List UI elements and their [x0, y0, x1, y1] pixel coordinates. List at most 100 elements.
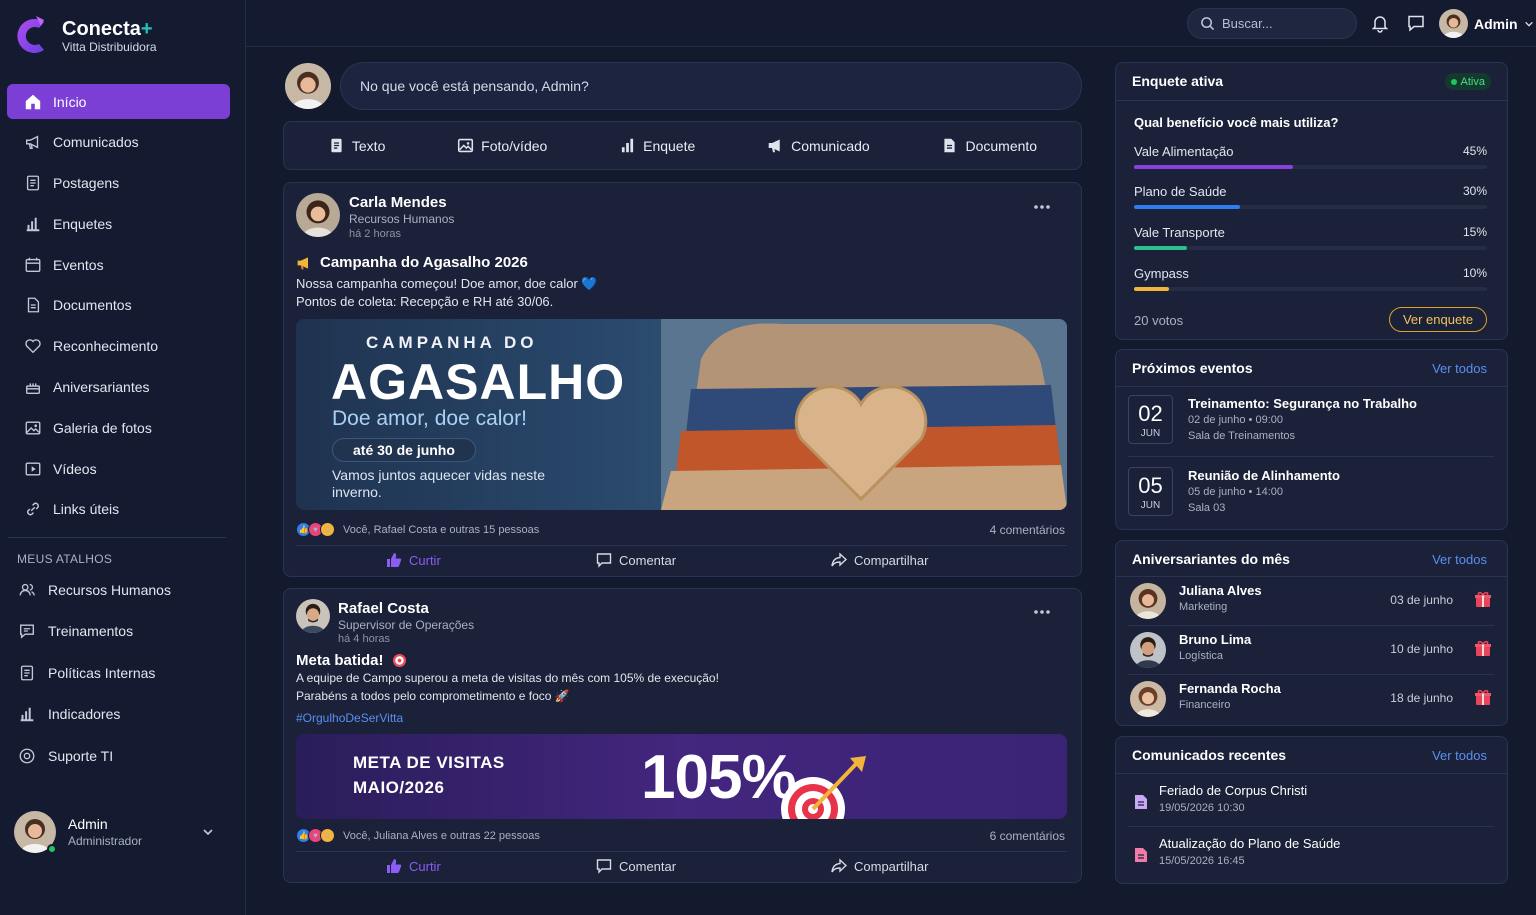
- post-composer-input[interactable]: [360, 78, 1060, 94]
- share-button[interactable]: Compartilhar: [831, 858, 928, 874]
- post-type-text-button[interactable]: Texto: [328, 137, 385, 154]
- birthday-item[interactable]: Fernanda Rocha Financeiro 18 de junho: [1128, 676, 1494, 724]
- bell-icon[interactable]: [1370, 13, 1390, 33]
- poll-option-fill: [1134, 165, 1293, 169]
- poll-question: Qual benefício você mais utiliza?: [1134, 115, 1339, 130]
- gift-icon[interactable]: [1474, 688, 1492, 706]
- nav-item-aniversariantes[interactable]: Aniversariantes: [7, 370, 230, 405]
- birthdays-card: Aniversariantes do mês Ver todos Juliana…: [1115, 540, 1508, 726]
- nav-item-galeria[interactable]: Galeria de fotos: [7, 410, 230, 445]
- post-type-poll-button[interactable]: Enquete: [619, 137, 695, 154]
- more-options-icon[interactable]: [1033, 204, 1051, 210]
- nav-item-inicio[interactable]: Início: [7, 84, 230, 119]
- goal-banner[interactable]: META DE VISITAS MAIO/2026 105%: [296, 734, 1067, 819]
- post-card: Rafael Costa Supervisor de Operações há …: [283, 588, 1082, 883]
- post-author[interactable]: Carla Mendes: [349, 194, 447, 211]
- topbar-user-menu[interactable]: Admin: [1439, 9, 1534, 38]
- nav-item-reconhecimento[interactable]: Reconhecimento: [7, 329, 230, 364]
- gift-icon[interactable]: [1474, 590, 1492, 608]
- post-author[interactable]: Rafael Costa: [338, 600, 429, 617]
- post-type-photo-button[interactable]: Foto/vídeo: [457, 137, 547, 154]
- banner-subtitle: Doe amor, doe calor!: [332, 407, 527, 430]
- poll-option[interactable]: Vale Alimentação 45%: [1134, 144, 1487, 169]
- nav-item-documentos[interactable]: Documentos: [7, 288, 230, 323]
- comment-button[interactable]: Comentar: [596, 552, 676, 568]
- post-type-document-button[interactable]: Documento: [941, 137, 1037, 154]
- event-month: JUN: [1140, 428, 1161, 439]
- event-item[interactable]: 05 JUN Reunião de Alinhamento 05 de junh…: [1128, 467, 1494, 523]
- nav-item-postagens[interactable]: Postagens: [7, 166, 230, 201]
- campaign-banner[interactable]: CAMPANHA DO AGASALHO Doe amor, doe calor…: [296, 319, 1067, 510]
- company-name: Vitta Distribuidora: [62, 40, 157, 54]
- post-type-label: Documento: [965, 137, 1038, 154]
- event-item[interactable]: 02 JUN Treinamento: Segurança no Trabalh…: [1128, 395, 1494, 451]
- shortcuts-list: Recursos Humanos Treinamentos Políticas …: [7, 572, 230, 780]
- post-type-label: Texto: [351, 137, 386, 154]
- shortcut-politicas[interactable]: Políticas Internas: [7, 655, 230, 690]
- shortcut-recursos-humanos[interactable]: Recursos Humanos: [7, 572, 230, 607]
- comment-icon: [596, 859, 612, 874]
- poll-option[interactable]: Vale Transporte 15%: [1134, 225, 1487, 250]
- nav-item-comunicados[interactable]: Comunicados: [7, 125, 230, 160]
- like-button[interactable]: Curtir: [386, 552, 441, 568]
- event-day: 02: [1138, 401, 1163, 426]
- birthday-item[interactable]: Bruno Lima Logística 10 de junho: [1128, 627, 1494, 675]
- divider: [1128, 826, 1494, 827]
- events-view-all-link[interactable]: Ver todos: [1432, 361, 1487, 376]
- event-month: JUN: [1140, 500, 1161, 511]
- brand[interactable]: Conecta+ Vitta Distribuidora: [14, 14, 157, 58]
- poll-header: Enquete ativa: [1132, 73, 1224, 89]
- birthdays-header: Aniversariantes do mês: [1132, 551, 1290, 567]
- shortcut-label: Treinamentos: [48, 623, 134, 639]
- view-poll-button[interactable]: Ver enquete: [1389, 307, 1487, 332]
- poll-option[interactable]: Plano de Saúde 30%: [1134, 184, 1487, 209]
- nav-label: Postagens: [53, 175, 120, 192]
- post-text-line: Nossa campanha começou! Doe amor, doe ca…: [296, 276, 598, 291]
- megaphone-icon: [768, 139, 780, 153]
- more-options-icon[interactable]: [1033, 609, 1051, 615]
- document-icon: [1135, 848, 1147, 862]
- announcement-item[interactable]: Feriado de Corpus Christi 19/05/2026 10:…: [1128, 779, 1494, 825]
- nav-label: Eventos: [53, 256, 104, 273]
- post-card: Carla Mendes Recursos Humanos há 2 horas…: [283, 182, 1082, 577]
- wow-reaction-icon: ☺: [320, 828, 335, 843]
- nav-item-eventos[interactable]: Eventos: [7, 247, 230, 282]
- shortcut-indicadores[interactable]: Indicadores: [7, 697, 230, 732]
- share-button[interactable]: Compartilhar: [831, 552, 928, 568]
- comments-count[interactable]: 6 comentários: [990, 829, 1065, 843]
- post-composer[interactable]: [340, 62, 1082, 110]
- hashtag-link[interactable]: #OrgulhoDeSerVitta: [296, 711, 403, 725]
- birthday-item[interactable]: Juliana Alves Marketing 03 de junho: [1128, 578, 1494, 626]
- search-box[interactable]: [1187, 8, 1357, 39]
- poll-option-fill: [1134, 205, 1240, 209]
- birthday-department: Financeiro: [1179, 699, 1231, 711]
- search-input[interactable]: [1222, 16, 1342, 31]
- nav-item-videos[interactable]: Vídeos: [7, 451, 230, 486]
- nav-item-links[interactable]: Links úteis: [7, 492, 230, 527]
- shortcut-suporte[interactable]: Suporte TI: [7, 738, 230, 773]
- reaction-summary[interactable]: 👍 ♥ ☺ Você, Rafael Costa e outras 15 pes…: [296, 522, 539, 537]
- sidebar-user-menu[interactable]: Admin Administrador: [14, 808, 224, 856]
- comments-count[interactable]: 4 comentários: [990, 523, 1065, 537]
- birthday-department: Logística: [1179, 650, 1224, 662]
- nav-item-enquetes[interactable]: Enquetes: [7, 206, 230, 241]
- comment-button[interactable]: Comentar: [596, 858, 676, 874]
- announcement-item[interactable]: Atualização do Plano de Saúde 15/05/2026…: [1128, 832, 1494, 878]
- messages-icon[interactable]: [1406, 13, 1426, 33]
- post-text-line: Pontos de coleta: Recepção e RH até 30/0…: [296, 294, 554, 309]
- announcement-date: 19/05/2026 10:30: [1159, 802, 1245, 814]
- event-title: Reunião de Alinhamento: [1188, 468, 1340, 483]
- image-icon: [458, 138, 474, 153]
- like-button[interactable]: Curtir: [386, 858, 441, 874]
- gift-icon[interactable]: [1474, 639, 1492, 657]
- reaction-text: Você, Rafael Costa e outras 15 pessoas: [343, 523, 540, 536]
- post-type-announcement-button[interactable]: Comunicado: [767, 137, 870, 154]
- announcements-view-all-link[interactable]: Ver todos: [1432, 748, 1487, 763]
- birthdays-view-all-link[interactable]: Ver todos: [1432, 552, 1487, 567]
- shortcut-treinamentos[interactable]: Treinamentos: [7, 614, 230, 649]
- poll-option[interactable]: Gympass 10%: [1134, 266, 1487, 291]
- reaction-summary[interactable]: 👍 ♥ ☺ Você, Juliana Alves e outras 22 pe…: [296, 828, 540, 843]
- cake-icon: [26, 383, 40, 395]
- event-datetime: 05 de junho • 14:00: [1188, 486, 1283, 498]
- post-body: Nossa campanha começou! Doe amor, doe ca…: [296, 275, 598, 311]
